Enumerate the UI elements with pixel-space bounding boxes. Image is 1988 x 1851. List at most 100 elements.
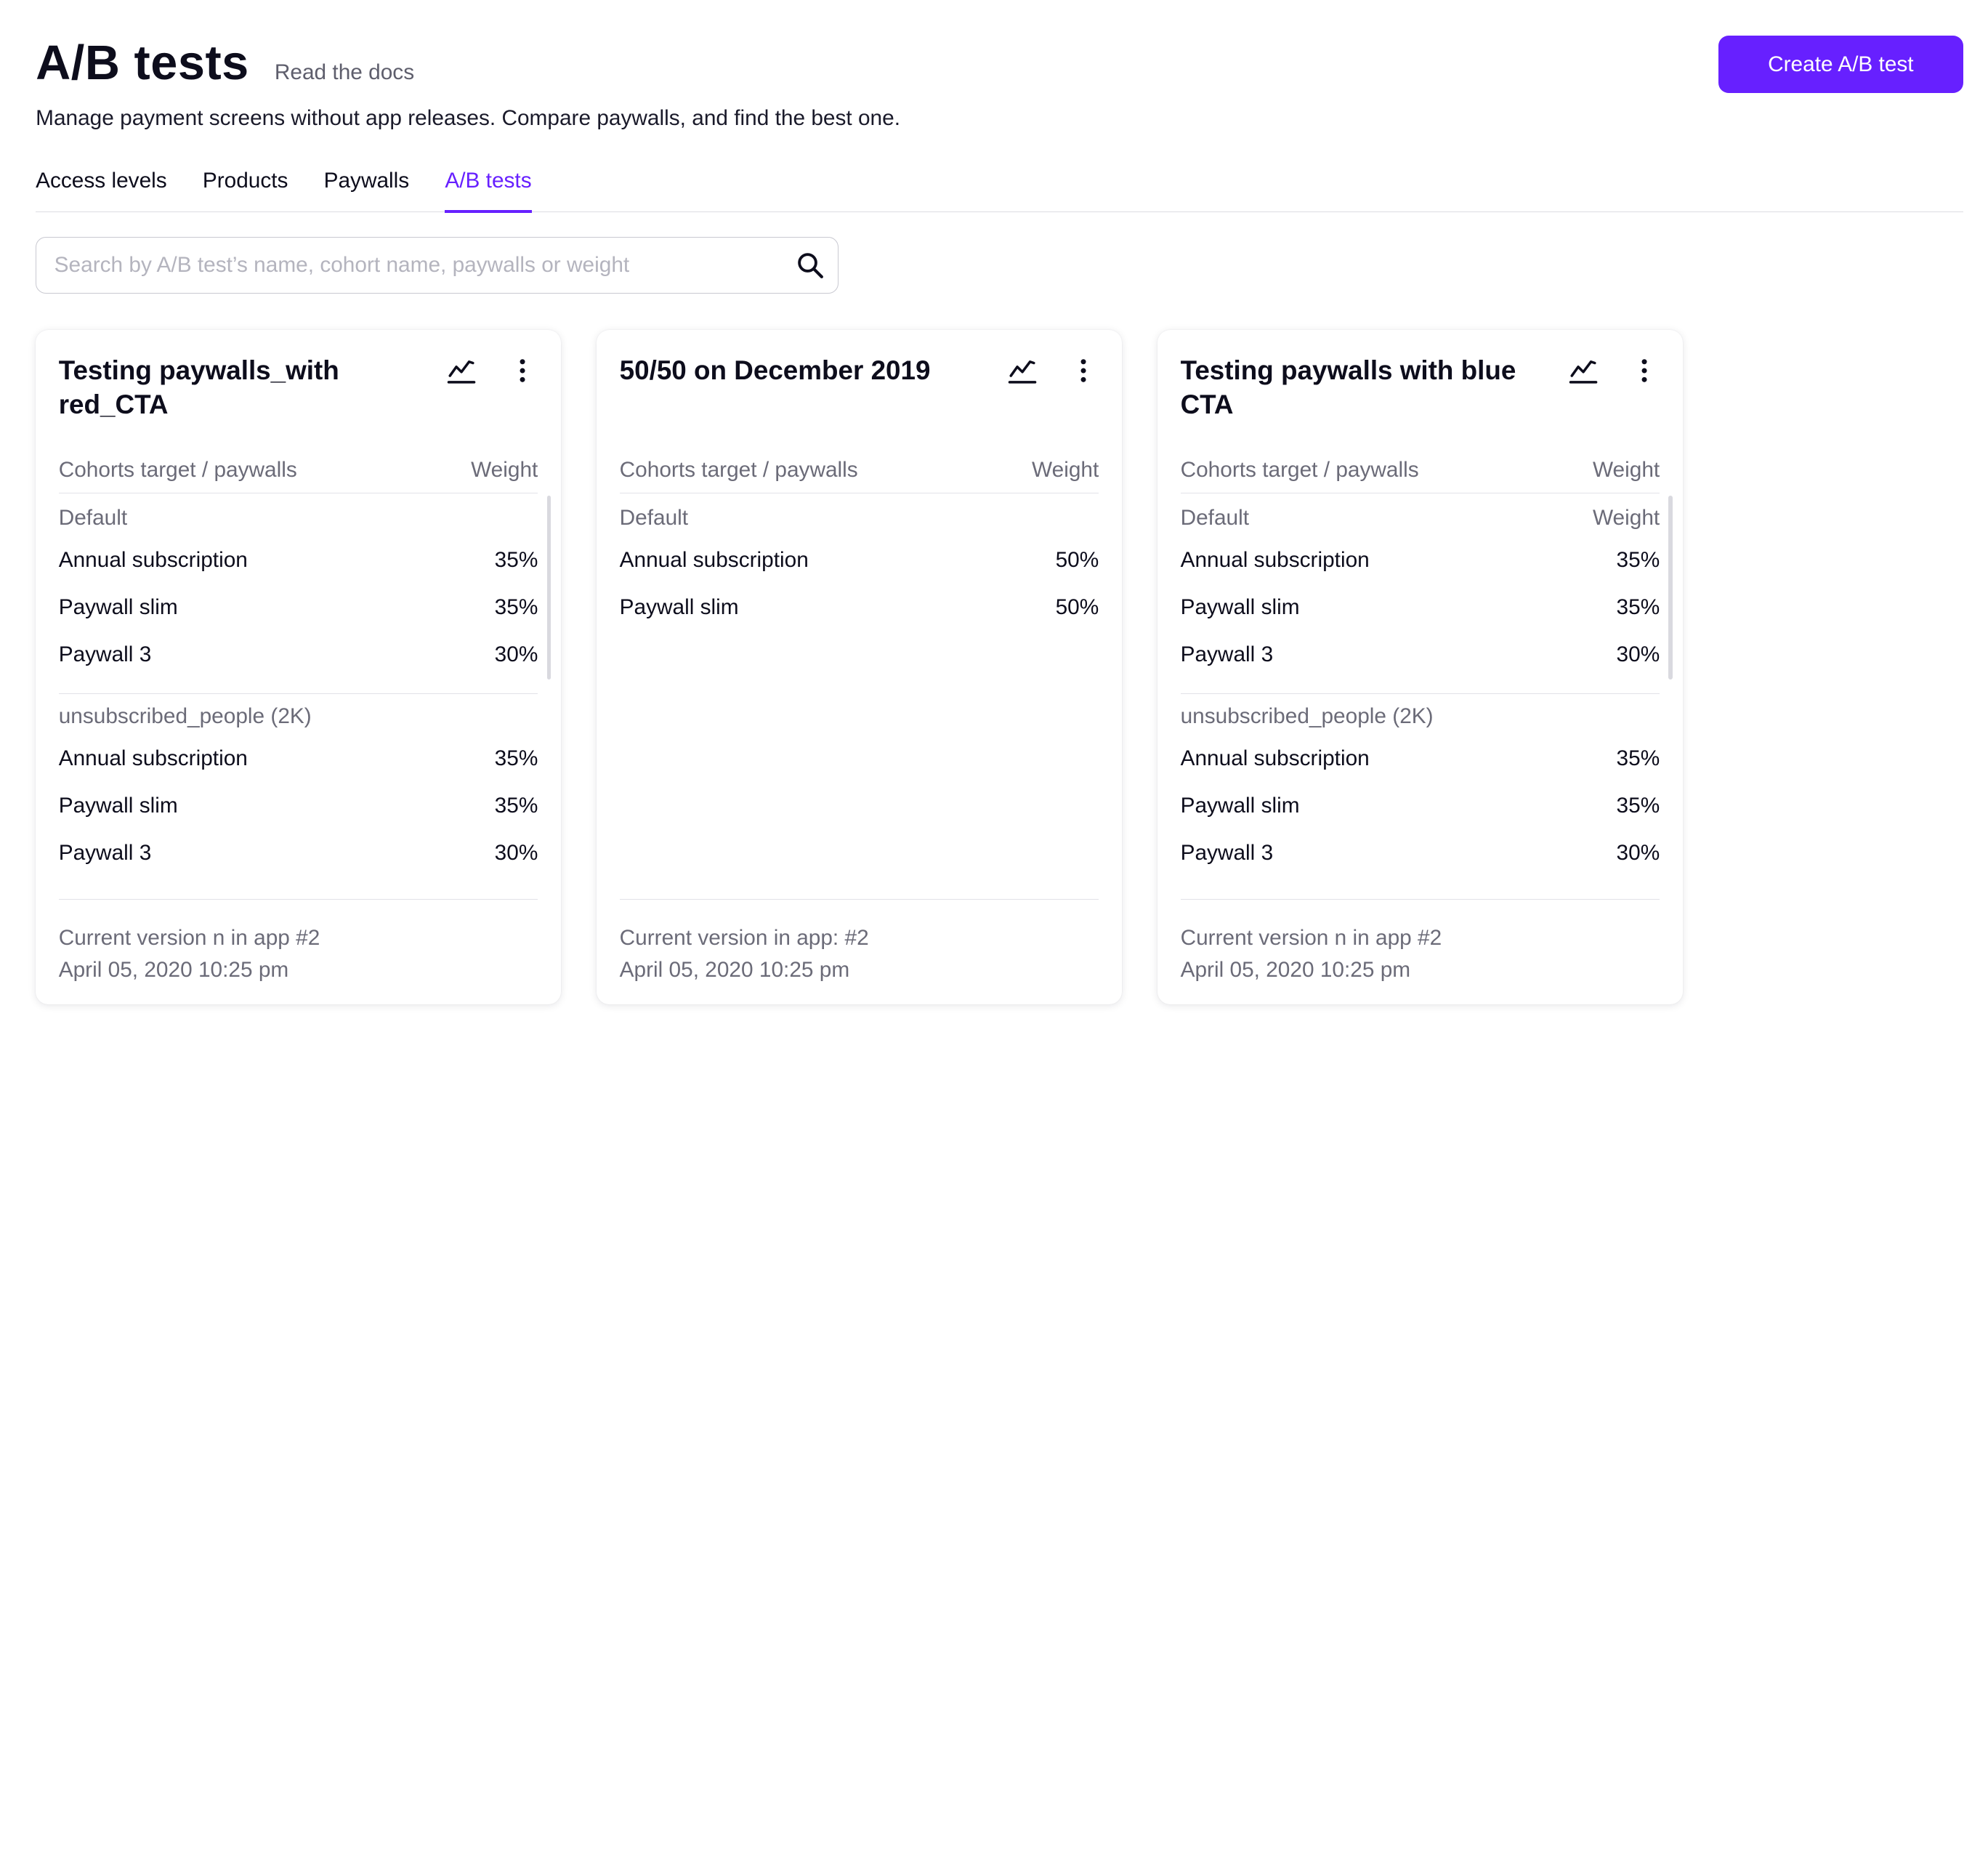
paywall-name: Annual subscription bbox=[58, 746, 248, 770]
search-input[interactable] bbox=[52, 251, 795, 279]
more-vertical-icon[interactable] bbox=[1068, 355, 1099, 386]
paywall-name: Annual subscription bbox=[58, 548, 248, 573]
paywall-row: Paywall slim 35% bbox=[59, 584, 538, 631]
paywall-weight: 35% bbox=[1616, 594, 1660, 619]
paywall-row: Annual subscription 35% bbox=[59, 537, 538, 584]
paywall-row: Paywall slim 35% bbox=[1181, 584, 1660, 631]
cohort-name: unsubscribed_people (2K) bbox=[58, 704, 312, 729]
paywall-row: Paywall 3 30% bbox=[59, 631, 538, 678]
paywall-name: Annual subscription bbox=[1180, 746, 1370, 770]
paywall-weight: 30% bbox=[1616, 840, 1660, 865]
line-chart-icon[interactable] bbox=[1568, 355, 1599, 386]
more-vertical-icon[interactable] bbox=[507, 355, 538, 386]
cohort-name-row: unsubscribed_people (2K) bbox=[1181, 704, 1660, 735]
ab-test-card[interactable]: Testing paywalls_with red_CTA Cohorts tar… bbox=[36, 330, 561, 1005]
current-version: Current version n in app #2 bbox=[58, 926, 320, 951]
paywall-weight: 30% bbox=[1616, 642, 1660, 666]
card-footer: Current version n in app #2 April 05, 202… bbox=[1180, 898, 1660, 986]
paywall-weight: 35% bbox=[494, 746, 538, 770]
paywall-weight: 30% bbox=[494, 840, 538, 865]
paywall-weight: 35% bbox=[494, 548, 538, 573]
updated-date: April 05, 2020 10:25 pm bbox=[58, 958, 289, 983]
paywall-row: Paywall slim 35% bbox=[1181, 782, 1660, 829]
column-header: Cohorts target / paywalls Weight bbox=[58, 457, 538, 493]
paywall-name: Paywall slim bbox=[58, 594, 178, 619]
current-version: Current version n in app #2 bbox=[1180, 926, 1442, 951]
paywall-weight: 35% bbox=[1616, 746, 1660, 770]
search-box bbox=[36, 237, 839, 294]
paywall-name: Paywall 3 bbox=[58, 840, 152, 865]
search-icon[interactable] bbox=[795, 250, 825, 281]
paywall-row: Paywall 3 30% bbox=[1181, 829, 1660, 876]
updated-date: April 05, 2020 10:25 pm bbox=[619, 958, 850, 983]
cohort-weight-label: Weight bbox=[1592, 506, 1660, 531]
card-title: Testing paywalls_with red_CTA bbox=[58, 355, 339, 420]
column-header-cohorts: Cohorts target / paywalls bbox=[619, 457, 858, 482]
paywall-name: Paywall 3 bbox=[58, 642, 152, 666]
tab-access-levels[interactable]: Access levels bbox=[36, 169, 167, 212]
paywall-weight: 35% bbox=[1616, 548, 1660, 573]
paywall-weight: 30% bbox=[494, 642, 538, 666]
paywall-weight: 35% bbox=[1616, 793, 1660, 818]
card-title: Testing paywalls with blue CTA bbox=[1180, 355, 1516, 420]
tab-products[interactable]: Products bbox=[203, 169, 288, 212]
paywall-row: Annual subscription 35% bbox=[1181, 735, 1660, 782]
cohort-name-row: Default bbox=[59, 506, 538, 536]
paywall-name: Annual subscription bbox=[619, 548, 809, 573]
paywall-name: Paywall 3 bbox=[1180, 642, 1274, 666]
paywall-name: Paywall slim bbox=[1180, 793, 1300, 818]
card-footer: Current version n in app #2 April 05, 202… bbox=[58, 898, 538, 986]
current-version: Current version in app: #2 bbox=[619, 926, 869, 951]
cohort-list: Default Weight Annual subscription 35% Paywa… bbox=[1180, 504, 1660, 876]
cohort-name: Default bbox=[619, 506, 689, 531]
paywall-name: Paywall slim bbox=[1180, 594, 1300, 619]
paywall-weight: 35% bbox=[494, 594, 538, 619]
read-docs-link[interactable]: Read the docs bbox=[275, 60, 414, 85]
cohort-name-row: Default bbox=[620, 506, 1099, 536]
cohort-divider bbox=[1180, 693, 1660, 694]
column-header-weight: Weight bbox=[471, 457, 538, 482]
more-vertical-icon[interactable] bbox=[1629, 355, 1660, 386]
paywall-row: Paywall 3 30% bbox=[1181, 631, 1660, 678]
paywall-weight: 35% bbox=[494, 793, 538, 818]
create-ab-test-button[interactable]: Create A/B test bbox=[1718, 36, 1963, 94]
page-subtitle: Manage payment screens without app relea… bbox=[36, 105, 900, 130]
line-chart-icon[interactable] bbox=[446, 355, 477, 386]
card-footer: Current version in app: #2 April 05, 2020… bbox=[619, 898, 1099, 986]
paywall-row: Annual subscription 35% bbox=[1181, 537, 1660, 584]
tab-bar: Access levels Products Paywalls A/B test… bbox=[36, 169, 1963, 213]
cohort-list: Default Annual subscription 50% Paywall sli… bbox=[620, 504, 1099, 631]
scrollbar[interactable] bbox=[1668, 496, 1673, 680]
column-header-cohorts: Cohorts target / paywalls bbox=[58, 457, 297, 482]
card-title: 50/50 on December 2019 bbox=[619, 355, 931, 385]
page: A/B tests Read the docs Manage payment s… bbox=[0, 0, 1988, 1851]
paywall-weight: 50% bbox=[1055, 594, 1099, 619]
tab-paywalls[interactable]: Paywalls bbox=[324, 169, 410, 212]
cohort-name: unsubscribed_people (2K) bbox=[1180, 704, 1434, 729]
paywall-name: Paywall 3 bbox=[1180, 840, 1274, 865]
ab-test-card[interactable]: Testing paywalls with blue CTA Cohorts ta… bbox=[1157, 330, 1683, 1005]
paywall-row: Annual subscription 35% bbox=[59, 735, 538, 782]
ab-test-card[interactable]: 50/50 on December 2019 Cohorts target / p… bbox=[597, 330, 1122, 1005]
cohort-name-row: Default Weight bbox=[1181, 506, 1660, 536]
column-header-weight: Weight bbox=[1032, 457, 1099, 482]
paywall-name: Annual subscription bbox=[1180, 548, 1370, 573]
paywall-row: Annual subscription 50% bbox=[620, 537, 1099, 584]
tab-ab-tests[interactable]: A/B tests bbox=[445, 169, 532, 213]
paywall-name: Paywall slim bbox=[619, 594, 739, 619]
paywall-row: Paywall 3 30% bbox=[59, 829, 538, 876]
paywall-row: Paywall slim 50% bbox=[620, 584, 1099, 631]
paywall-weight: 50% bbox=[1055, 548, 1099, 573]
line-chart-icon[interactable] bbox=[1007, 355, 1038, 386]
page-header: A/B tests Read the docs bbox=[36, 36, 414, 92]
cohort-list: Default Annual subscription 35% Paywall sli… bbox=[58, 504, 538, 876]
column-header-weight: Weight bbox=[1592, 457, 1660, 482]
column-header-cohorts: Cohorts target / paywalls bbox=[1180, 457, 1419, 482]
cohort-name: Default bbox=[58, 506, 128, 531]
column-header: Cohorts target / paywalls Weight bbox=[619, 457, 1099, 493]
paywall-name: Paywall slim bbox=[58, 793, 178, 818]
cohort-name: Default bbox=[1180, 506, 1250, 531]
scrollbar[interactable] bbox=[546, 496, 551, 680]
cohort-divider bbox=[58, 693, 538, 694]
cohort-name-row: unsubscribed_people (2K) bbox=[59, 704, 538, 735]
